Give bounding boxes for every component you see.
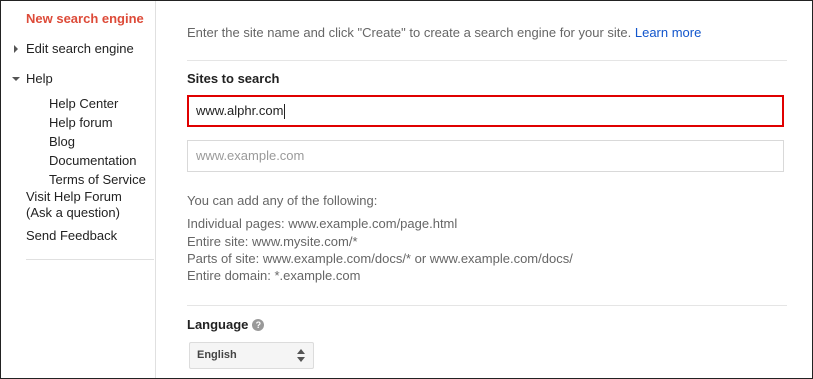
- language-selected-value: English: [197, 349, 237, 361]
- question-circle-icon[interactable]: ?: [252, 319, 265, 331]
- learn-more-link[interactable]: Learn more: [635, 25, 701, 40]
- sidebar-item-blog[interactable]: Blog: [49, 134, 75, 149]
- main-content: Enter the site name and click "Create" t…: [187, 1, 787, 378]
- hint-entire-domain: Entire domain: *.example.com: [187, 268, 360, 283]
- site-input-active[interactable]: www.alphr.com: [187, 95, 784, 127]
- up-down-arrows-icon: [297, 349, 305, 363]
- language-label: Language: [187, 317, 249, 332]
- sidebar-item-terms-of-service[interactable]: Terms of Service: [49, 172, 146, 187]
- language-select[interactable]: English: [189, 342, 314, 369]
- sidebar-item-edit-search-engine[interactable]: Edit search engine: [26, 41, 134, 56]
- sites-to-search-title: Sites to search: [187, 71, 280, 86]
- hint-label: Individual pages:: [187, 216, 285, 231]
- sidebar-item-help[interactable]: Help: [26, 71, 53, 86]
- site-input-empty[interactable]: www.example.com: [187, 140, 784, 172]
- hint-entire-site: Entire site: www.mysite.com/*: [187, 234, 358, 249]
- site-input-value: www.alphr.com: [196, 103, 284, 118]
- visit-help-forum-label: Visit Help Forum: [26, 189, 122, 204]
- hint-individual-pages: Individual pages: www.example.com/page.h…: [187, 216, 457, 231]
- sidebar-item-help-forum[interactable]: Help forum: [49, 115, 113, 130]
- hint-value: *.example.com: [274, 268, 361, 283]
- text-caret: [284, 104, 286, 120]
- sidebar-item-visit-help-forum[interactable]: Visit Help Forum (Ask a question): [26, 189, 122, 220]
- divider: [187, 60, 787, 61]
- hint-label: Entire site:: [187, 234, 249, 249]
- hint-heading: You can add any of the following:: [187, 193, 378, 208]
- sidebar-item-send-feedback[interactable]: Send Feedback: [26, 228, 117, 243]
- hint-label: Entire domain:: [187, 268, 271, 283]
- hint-label: Parts of site:: [187, 251, 260, 266]
- app-frame: New search engine Edit search engine Hel…: [0, 0, 813, 379]
- ask-question-label: (Ask a question): [26, 205, 120, 220]
- triangle-right-icon[interactable]: [14, 45, 18, 53]
- intro-text: Enter the site name and click "Create" t…: [187, 25, 701, 40]
- sidebar-divider: [26, 259, 154, 260]
- divider: [187, 305, 787, 306]
- intro-instruction: Enter the site name and click "Create" t…: [187, 25, 632, 40]
- hint-value: www.mysite.com/*: [252, 234, 358, 249]
- triangle-down-icon[interactable]: [12, 77, 20, 81]
- sidebar: New search engine Edit search engine Hel…: [1, 1, 156, 378]
- sidebar-item-new-search-engine[interactable]: New search engine: [26, 11, 144, 26]
- sidebar-item-help-center[interactable]: Help Center: [49, 96, 118, 111]
- hint-value: www.example.com/page.html: [288, 216, 458, 231]
- hint-parts-of-site: Parts of site: www.example.com/docs/* or…: [187, 251, 573, 266]
- sidebar-item-documentation[interactable]: Documentation: [49, 153, 136, 168]
- language-title: Language?: [187, 317, 265, 332]
- hint-value: www.example.com/docs/* or www.example.co…: [262, 251, 573, 266]
